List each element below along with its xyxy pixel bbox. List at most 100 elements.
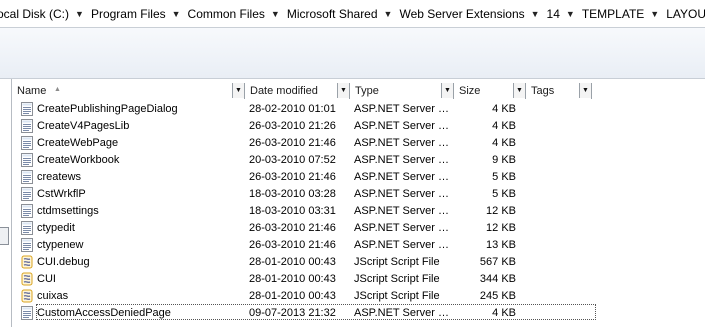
column-header-tags[interactable]: Tags ▼	[526, 83, 592, 99]
file-row[interactable]: CUI 28-01-2010 00:43 JScript Script File 34…	[12, 270, 705, 287]
breadcrumb-chevron-icon[interactable]: ▼	[267, 9, 285, 19]
file-type: JScript Script File	[354, 272, 440, 285]
breadcrumb-chevron-icon[interactable]: ▼	[168, 9, 186, 19]
breadcrumb-item[interactable]: Common Files ▼	[186, 4, 285, 24]
file-size: 5 KB	[492, 170, 516, 183]
breadcrumb-chevron-icon[interactable]: ▼	[380, 9, 398, 19]
jscript-file-icon	[20, 289, 34, 303]
file-name: ctypenew	[37, 238, 84, 251]
file-name-cell[interactable]: CreateWebPage	[12, 134, 245, 151]
file-name: CUI.debug	[37, 255, 90, 268]
aspx-file-icon	[20, 203, 34, 218]
file-type: JScript Script File	[354, 289, 440, 302]
column-date-dropdown-icon[interactable]: ▼	[337, 83, 349, 98]
column-tags-dropdown-icon[interactable]: ▼	[579, 83, 591, 98]
file-name-cell[interactable]: ctdmsettings	[12, 202, 245, 219]
column-header-type[interactable]: Type ▼	[350, 83, 454, 99]
file-row[interactable]: CreateV4PagesLib 26-03-2010 21:26 ASP.NET …	[12, 117, 705, 134]
file-row[interactable]: createws 26-03-2010 21:46 ASP.NET Server ……	[12, 168, 705, 185]
file-name: cuixas	[37, 289, 69, 302]
nav-pane-scroll-button[interactable]	[0, 227, 9, 245]
file-name-cell[interactable]: ctypenew	[12, 236, 245, 253]
file-name-cell[interactable]: CUI.debug	[12, 253, 245, 270]
file-type: ASP.NET Server …	[354, 136, 449, 149]
breadcrumb-item[interactable]: LAYOUTS▼	[664, 4, 705, 24]
file-name-cell[interactable]: CreateV4PagesLib	[12, 117, 245, 134]
breadcrumb-chevron-icon[interactable]: ▼	[527, 9, 545, 19]
file-name-cell[interactable]: createws	[12, 168, 245, 185]
column-header-size[interactable]: Size ▼	[454, 83, 526, 99]
file-name-cell[interactable]: CstWrkflP	[12, 185, 245, 202]
file-row[interactable]: CustomAccessDeniedPage 09-07-2013 21:32 AS…	[12, 304, 705, 321]
breadcrumb-item[interactable]: Web Server Extensions ▼	[397, 4, 544, 24]
column-type-label: Type	[355, 85, 379, 97]
file-name-cell[interactable]: CreateWorkbook	[12, 151, 245, 168]
sort-ascending-icon: ▲	[54, 86, 61, 93]
file-size: 4 KB	[492, 306, 516, 319]
file-name-cell[interactable]: CreatePublishingPageDialog	[12, 100, 245, 117]
file-type: ASP.NET Server …	[354, 221, 449, 234]
breadcrumb-item[interactable]: 14 ▼	[545, 4, 580, 24]
breadcrumb-label: TEMPLATE	[581, 6, 645, 21]
file-name: ctypedit	[37, 221, 75, 234]
file-name-cell[interactable]: CUI	[12, 270, 245, 287]
file-date-modified: 28-01-2010 00:43	[249, 289, 336, 302]
address-bar[interactable]: ocal Disk (C:) ▼ Program Files ▼ Common File…	[0, 0, 705, 28]
file-type: ASP.NET Server …	[354, 119, 449, 132]
file-type: ASP.NET Server …	[354, 204, 449, 217]
file-date-modified: 28-01-2010 00:43	[249, 255, 336, 268]
breadcrumb-item[interactable]: Microsoft Shared ▼	[285, 4, 398, 24]
breadcrumb-label: Program Files	[90, 6, 166, 21]
file-date-modified: 26-03-2010 21:46	[249, 170, 336, 183]
file-date-modified: 09-07-2013 21:32	[249, 306, 336, 319]
jscript-file-icon	[20, 255, 34, 269]
file-row-partial[interactable]	[12, 321, 705, 327]
aspx-file-icon	[20, 186, 34, 201]
file-size: 13 KB	[486, 238, 516, 251]
breadcrumb-chevron-icon[interactable]: ▼	[71, 9, 89, 19]
jscript-file-icon	[20, 272, 34, 286]
file-row[interactable]: CstWrkflP 18-03-2010 03:28 ASP.NET Server …	[12, 185, 705, 202]
breadcrumb-chevron-icon[interactable]: ▼	[646, 9, 664, 19]
navigation-pane[interactable]	[0, 79, 12, 327]
file-type: ASP.NET Server …	[354, 102, 449, 115]
file-row[interactable]: CreateWorkbook 20-03-2010 07:52 ASP.NET Se…	[12, 151, 705, 168]
file-date-modified: 26-03-2010 21:46	[249, 238, 336, 251]
file-name: CustomAccessDeniedPage	[37, 306, 171, 319]
file-row[interactable]: ctypedit 26-03-2010 21:46 ASP.NET Server ……	[12, 219, 705, 236]
file-row[interactable]: ctdmsettings 18-03-2010 03:31 ASP.NET Serv…	[12, 202, 705, 219]
file-size: 12 KB	[486, 204, 516, 217]
file-name-cell[interactable]: CustomAccessDeniedPage	[12, 304, 245, 321]
file-list[interactable]: Name ▲ ▼ Date modified ▼ Type ▼ Size ▼ T…	[12, 79, 705, 327]
file-rows: CreatePublishingPageDialog 28-02-2010 01:…	[12, 100, 705, 327]
file-row[interactable]: ctypenew 26-03-2010 21:46 ASP.NET Server ……	[12, 236, 705, 253]
breadcrumb-item[interactable]: Program Files ▼	[89, 4, 186, 24]
file-row[interactable]: cuixas 28-01-2010 00:43 JScript Script Fil…	[12, 287, 705, 304]
column-header-name[interactable]: Name ▲ ▼	[12, 83, 245, 99]
file-date-modified: 28-01-2010 00:43	[249, 272, 336, 285]
file-row[interactable]: CreateWebPage 26-03-2010 21:46 ASP.NET Ser…	[12, 134, 705, 151]
file-date-modified: 26-03-2010 21:46	[249, 136, 336, 149]
breadcrumb-item[interactable]: ocal Disk (C:) ▼	[0, 4, 89, 24]
breadcrumb-item[interactable]: TEMPLATE ▼	[580, 4, 664, 24]
column-name-dropdown-icon[interactable]: ▼	[232, 83, 244, 98]
aspx-file-icon	[20, 135, 34, 150]
column-header-date-modified[interactable]: Date modified ▼	[245, 83, 350, 99]
column-size-dropdown-icon[interactable]: ▼	[513, 83, 525, 98]
file-date-modified: 18-03-2010 03:31	[249, 204, 336, 217]
file-row[interactable]: CUI.debug 28-01-2010 00:43 JScript Script …	[12, 253, 705, 270]
toolbar	[0, 28, 705, 79]
file-name-cell[interactable]: cuixas	[12, 287, 245, 304]
column-date-label: Date modified	[250, 85, 318, 97]
column-type-dropdown-icon[interactable]: ▼	[441, 83, 453, 98]
file-name: CreatePublishingPageDialog	[37, 102, 178, 115]
file-size: 12 KB	[486, 221, 516, 234]
file-size: 9 KB	[492, 153, 516, 166]
aspx-file-icon	[20, 169, 34, 184]
file-name: ctdmsettings	[37, 204, 99, 217]
file-name-cell[interactable]: ctypedit	[12, 219, 245, 236]
file-row[interactable]: CreatePublishingPageDialog 28-02-2010 01:…	[12, 100, 705, 117]
breadcrumb-chevron-icon[interactable]: ▼	[562, 9, 580, 19]
column-tags-label: Tags	[531, 85, 555, 97]
file-size: 344 KB	[479, 272, 516, 285]
